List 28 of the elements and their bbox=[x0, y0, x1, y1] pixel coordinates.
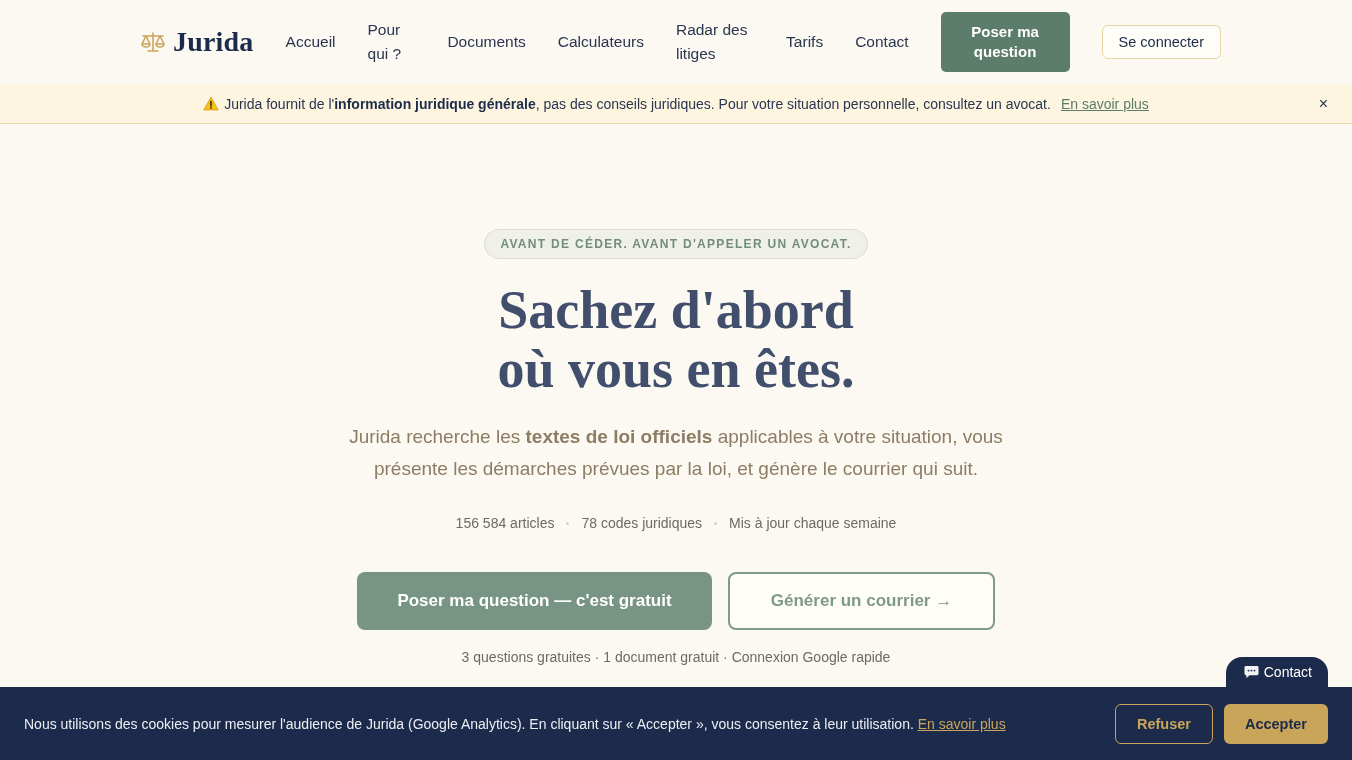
contact-chat-button[interactable]: Contact bbox=[1225, 657, 1328, 687]
logo-wordmark[interactable]: Jurida bbox=[173, 26, 254, 58]
disclaimer-text: Jurida fournit de l'information juridique générale, pas des conseils juridiques. Pour votre situation personnelle, consultez un avocat. bbox=[224, 95, 1051, 112]
learn-more-link[interactable]: En savoir plus bbox=[1060, 95, 1149, 112]
cookie-consent-button[interactable]: Accepter bbox=[1223, 703, 1328, 744]
nav-link[interactable]: Documents bbox=[447, 30, 526, 54]
nav-link[interactable]: Radar des litiges bbox=[675, 18, 755, 66]
free-offer-note: 3 questions gratuites · 1 document gratuit · Connexion Google rapide bbox=[461, 648, 891, 667]
nav-link[interactable]: Contact bbox=[855, 30, 909, 54]
close-button[interactable]: × bbox=[1316, 94, 1330, 114]
nav-link[interactable]: Calculateurs bbox=[557, 30, 644, 54]
stat-text: 156 584 articles bbox=[455, 514, 555, 533]
chat-bubble-icon bbox=[1243, 665, 1259, 679]
nav-link[interactable]: Pour qui ? bbox=[367, 18, 416, 66]
scales-icon bbox=[140, 31, 166, 53]
cookie-consent-button[interactable]: Refuser bbox=[1114, 703, 1213, 744]
login-button[interactable]: Se connecter bbox=[1101, 25, 1221, 59]
stat-text: Mis à jour chaque semaine bbox=[729, 514, 897, 533]
cookie-learn-more-link[interactable]: En savoir plus bbox=[917, 715, 1006, 732]
hero-heading: Sachez d'abord où vous en êtes. bbox=[497, 281, 855, 399]
cookie-text: Nous utilisons des cookies pour mesurer l'audience de Jurida (Google Analytics). En cliquant sur « Accepter », vous consentez à leur utilisation. En savoir plus bbox=[24, 714, 1007, 734]
nav-link[interactable]: Tarifs bbox=[786, 30, 824, 54]
ask-question-button[interactable]: Poser ma question bbox=[940, 12, 1070, 72]
tagline-pill: AVANT DE CÉDER. AVANT D'APPELER UN AVOCAT. bbox=[484, 229, 868, 259]
nav-link[interactable]: Accueil bbox=[285, 30, 336, 54]
hero-description: Jurida recherche les textes de loi officiels applicables à votre situation, vous présente les démarches prévues par la loi, et génère le courrier qui suit. bbox=[348, 425, 1004, 481]
stat-text: 78 codes juridiques bbox=[581, 514, 703, 533]
warning-icon bbox=[203, 96, 220, 111]
